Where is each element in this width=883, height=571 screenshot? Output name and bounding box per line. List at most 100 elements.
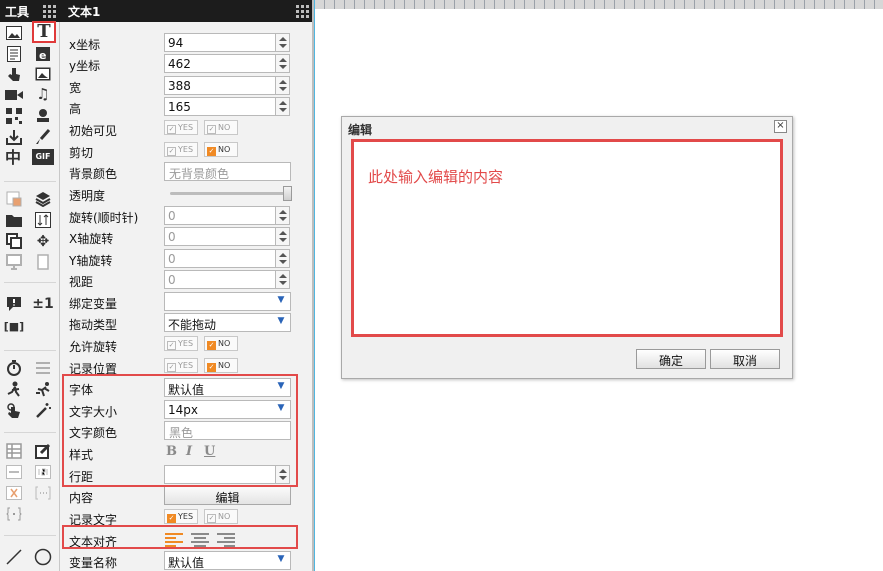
chevron-down-icon[interactable]	[279, 65, 287, 69]
y-spinner[interactable]	[275, 54, 290, 73]
chevron-down-icon[interactable]	[279, 281, 287, 285]
clip-no-toggle[interactable]: ✓ NO	[204, 142, 238, 157]
record-position-no-toggle[interactable]: ✓ NO	[204, 358, 238, 373]
close-icon[interactable]: ×	[774, 120, 787, 133]
record-text-no-toggle[interactable]: ✓ NO	[204, 509, 238, 524]
view-distance-spinner[interactable]	[275, 270, 290, 289]
drag-type-select[interactable]: 不能拖动 ▼	[164, 313, 291, 332]
font-color-input[interactable]: 黑色	[164, 421, 291, 440]
layer-icon[interactable]	[4, 189, 24, 209]
align-right-icon[interactable]	[217, 532, 235, 547]
running-icon[interactable]	[33, 379, 53, 399]
chevron-up-icon[interactable]	[279, 80, 287, 84]
text-icon[interactable]: T	[32, 21, 56, 43]
x-spinner[interactable]	[275, 33, 290, 52]
bracket-icon[interactable]: [■]	[2, 316, 26, 336]
sliders-icon[interactable]	[33, 358, 53, 378]
rotate-input[interactable]: 0	[164, 206, 276, 225]
y-input[interactable]: 462	[164, 54, 276, 73]
qrcode-icon[interactable]	[4, 106, 24, 126]
width-spinner[interactable]	[275, 76, 290, 95]
stamp-icon[interactable]	[33, 106, 53, 126]
chevron-up-icon[interactable]	[279, 210, 287, 214]
font-size-select[interactable]: 14px ▼	[164, 400, 291, 419]
content-editor-textarea[interactable]: 此处输入编辑的内容	[351, 139, 783, 337]
line-spacing-input[interactable]	[164, 465, 276, 484]
chevron-down-icon[interactable]: ▼	[275, 381, 287, 394]
chevron-down-icon[interactable]: ▼	[275, 295, 287, 308]
chevron-down-icon[interactable]	[279, 217, 287, 221]
bold-button[interactable]: B	[166, 444, 177, 459]
plus-minus-icon[interactable]: ±1	[31, 294, 55, 314]
chevron-up-icon[interactable]	[279, 58, 287, 62]
opacity-slider-handle[interactable]	[283, 186, 292, 201]
tablet-icon[interactable]	[33, 252, 53, 272]
download-icon[interactable]	[4, 127, 24, 147]
chevron-down-icon[interactable]	[279, 87, 287, 91]
clip-yes-toggle[interactable]: ✓ YES	[164, 142, 198, 157]
bg-color-input[interactable]: 无背景颜色	[164, 162, 291, 181]
italic-button[interactable]: I	[186, 444, 192, 459]
input-icon[interactable]	[4, 462, 24, 482]
document-icon[interactable]	[4, 44, 24, 64]
allow-rotation-yes-toggle[interactable]: ✓ YES	[164, 336, 198, 351]
grip-icon[interactable]	[296, 5, 309, 18]
record-position-yes-toggle[interactable]: ✓ YES	[164, 358, 198, 373]
bind-variable-select[interactable]: ▼	[164, 292, 291, 311]
y-rotation-input[interactable]: 0	[164, 249, 276, 268]
line-spacing-spinner[interactable]	[275, 465, 290, 484]
width-input[interactable]: 388	[164, 76, 276, 95]
record-text-yes-toggle[interactable]: ✓ YES	[164, 509, 198, 524]
allow-rotation-no-toggle[interactable]: ✓ NO	[204, 336, 238, 351]
timer-icon[interactable]	[4, 358, 24, 378]
opacity-slider[interactable]	[170, 186, 292, 201]
align-center-icon[interactable]	[191, 532, 209, 547]
x-input[interactable]: 94	[164, 33, 276, 52]
underline-button[interactable]: U	[204, 444, 215, 459]
figure-icon[interactable]	[4, 379, 24, 399]
gif-icon[interactable]: GIF	[32, 149, 54, 165]
ok-button[interactable]: 确定	[636, 349, 706, 369]
chevron-down-icon[interactable]	[279, 238, 287, 242]
close-box-icon[interactable]	[4, 483, 24, 503]
x-rotation-input[interactable]: 0	[164, 227, 276, 246]
music-icon[interactable]: ♫	[33, 84, 53, 104]
folder-icon[interactable]	[4, 210, 24, 230]
move-icon[interactable]: ✥	[33, 231, 53, 251]
chevron-up-icon[interactable]	[279, 274, 287, 278]
video-icon[interactable]	[4, 85, 24, 105]
brush-icon[interactable]	[33, 127, 53, 147]
chevron-up-icon[interactable]	[279, 253, 287, 257]
chevron-down-icon[interactable]: ▼	[275, 554, 287, 567]
monitor-icon[interactable]	[4, 252, 24, 272]
variable-name-select[interactable]: 默认值 ▼	[164, 551, 291, 570]
chevron-down-icon[interactable]	[279, 476, 287, 480]
chevron-down-icon[interactable]	[279, 108, 287, 112]
text-box-icon[interactable]: e	[33, 44, 53, 64]
chevron-down-icon[interactable]: ▼	[275, 316, 287, 329]
edit-icon[interactable]	[33, 441, 53, 461]
x-rotation-spinner[interactable]	[275, 227, 290, 246]
table-icon[interactable]	[4, 441, 24, 461]
sort-icon[interactable]	[33, 210, 53, 230]
view-distance-input[interactable]: 0	[164, 270, 276, 289]
visible-no-toggle[interactable]: ✓ NO	[204, 120, 238, 135]
rotate-spinner[interactable]	[275, 206, 290, 225]
chevron-up-icon[interactable]	[279, 469, 287, 473]
touch-icon[interactable]	[4, 400, 24, 420]
grip-icon[interactable]	[43, 5, 56, 18]
line-icon[interactable]	[4, 547, 24, 567]
copy-icon[interactable]	[4, 231, 24, 251]
visible-yes-toggle[interactable]: ✓ YES	[164, 120, 198, 135]
hand-pointer-icon[interactable]	[4, 64, 24, 84]
magic-wand-icon[interactable]	[33, 400, 53, 420]
chevron-down-icon[interactable]	[279, 44, 287, 48]
dots-box-icon[interactable]	[33, 483, 53, 503]
number-icon[interactable]	[33, 462, 53, 482]
chevron-down-icon[interactable]	[279, 260, 287, 264]
align-left-icon[interactable]	[165, 532, 183, 547]
edit-content-button[interactable]: 编辑	[164, 486, 291, 505]
cancel-button[interactable]: 取消	[710, 349, 780, 369]
chevron-up-icon[interactable]	[279, 231, 287, 235]
circle-icon[interactable]	[33, 547, 53, 567]
